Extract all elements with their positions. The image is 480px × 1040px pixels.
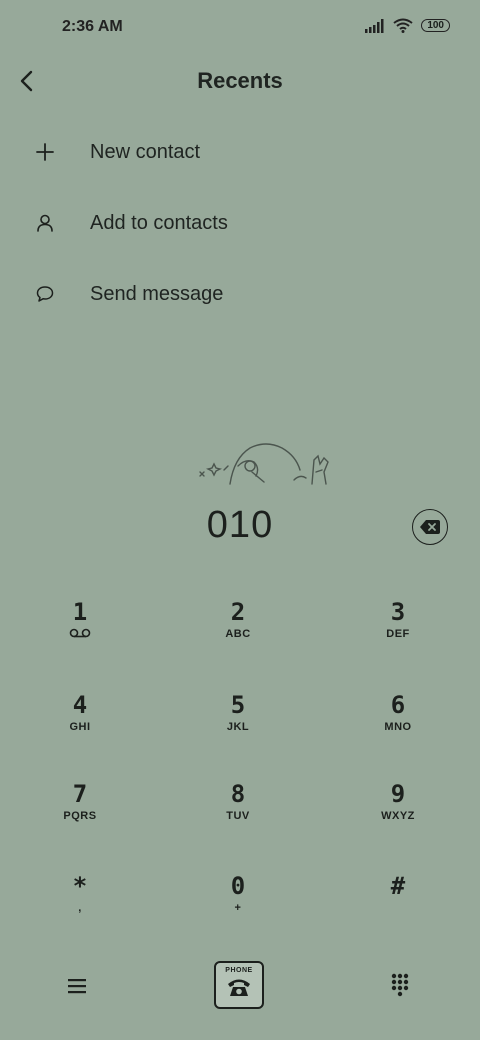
person-icon	[30, 208, 60, 238]
key-0-letters: +	[234, 902, 242, 914]
key-5-digit: 5	[230, 691, 246, 719]
key-star-letters: ,	[78, 902, 82, 914]
page-title: Recents	[197, 68, 283, 93]
key-0-digit: 0	[230, 872, 246, 900]
key-8-letters: TUV	[226, 810, 250, 822]
status-time: 2:36 AM	[62, 18, 123, 35]
dialpad-toggle-button[interactable]	[384, 969, 416, 1001]
new-contact-item[interactable]: New contact	[0, 124, 480, 180]
backspace-button[interactable]	[412, 509, 448, 545]
key-hash[interactable]: #	[338, 872, 458, 942]
phone-icon	[228, 979, 250, 996]
key-9-digit: 9	[390, 780, 406, 808]
key-3[interactable]: 3 DEF	[338, 598, 458, 668]
key-1-digit: 1	[72, 598, 88, 626]
key-7-letters: PQRS	[63, 810, 97, 822]
add-to-contacts-item[interactable]: Add to contacts	[0, 195, 480, 251]
status-bar: 2:36 AM 100	[0, 0, 480, 56]
backspace-icon	[420, 520, 440, 534]
call-button-label: PHONE	[225, 967, 253, 974]
signal-icon	[365, 18, 384, 33]
key-9[interactable]: 9 WXYZ	[338, 780, 458, 850]
key-0[interactable]: 0 +	[178, 872, 298, 942]
call-button[interactable]: PHONE	[214, 961, 264, 1009]
dialed-number: 010	[206, 504, 274, 546]
astronaut-illustration	[199, 443, 329, 485]
bottom-nav: PHONE	[0, 955, 480, 1017]
key-hash-letters	[338, 902, 458, 916]
send-message-label: Send message	[90, 282, 224, 305]
key-3-digit: 3	[390, 598, 406, 626]
key-5[interactable]: 5 JKL	[178, 691, 298, 761]
key-9-letters: WXYZ	[381, 810, 415, 822]
key-star-digit: *	[72, 872, 88, 900]
send-message-item[interactable]: Send message	[0, 266, 480, 322]
key-6[interactable]: 6 MNO	[338, 691, 458, 761]
wifi-icon	[393, 18, 413, 33]
key-1[interactable]: 1	[20, 598, 140, 668]
key-2[interactable]: 2 ABC	[178, 598, 298, 668]
hamburger-icon	[68, 979, 86, 994]
key-7[interactable]: 7 PQRS	[20, 780, 140, 850]
key-8-digit: 8	[230, 780, 246, 808]
key-hash-digit: #	[390, 872, 406, 900]
key-4[interactable]: 4 GHI	[20, 691, 140, 761]
add-to-contacts-label: Add to contacts	[90, 211, 228, 234]
key-2-letters: ABC	[225, 628, 251, 640]
dialpad-icon	[391, 973, 409, 997]
key-4-digit: 4	[72, 691, 88, 719]
key-7-digit: 7	[72, 780, 88, 808]
status-icons: 100	[365, 18, 450, 33]
voicemail-icon	[20, 628, 140, 642]
plus-icon	[30, 137, 60, 167]
key-8[interactable]: 8 TUV	[178, 780, 298, 850]
key-3-letters: DEF	[386, 628, 410, 640]
key-6-letters: MNO	[384, 721, 412, 733]
key-star[interactable]: * ,	[20, 872, 140, 942]
key-6-digit: 6	[390, 691, 406, 719]
header: Recents	[0, 56, 480, 108]
key-4-letters: GHI	[69, 721, 91, 733]
menu-button[interactable]	[62, 971, 92, 1001]
battery-indicator: 100	[421, 19, 450, 32]
key-2-digit: 2	[230, 598, 246, 626]
chat-bubble-icon	[30, 279, 60, 309]
new-contact-label: New contact	[90, 140, 201, 163]
key-5-letters: JKL	[226, 721, 250, 733]
